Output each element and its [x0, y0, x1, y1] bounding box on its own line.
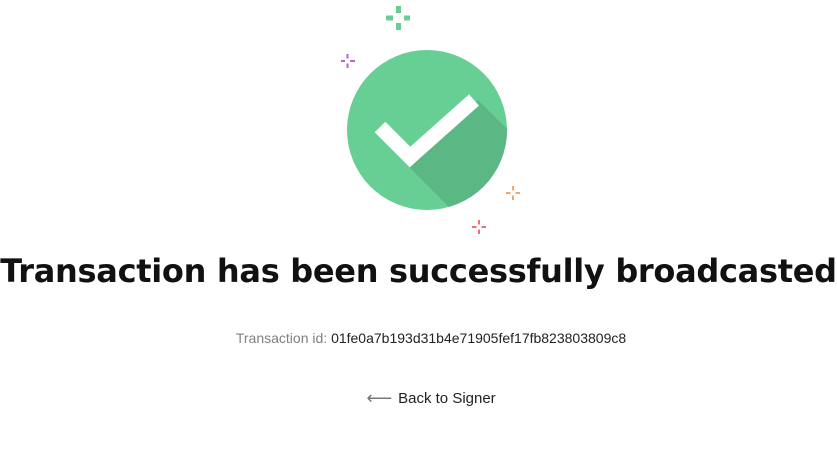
sparkle-green-icon — [386, 6, 410, 30]
sparkle-purple-icon — [341, 54, 355, 68]
transaction-id-label: Transaction id: — [235, 330, 328, 346]
success-headline: Transaction has been successfully broadc… — [0, 252, 837, 290]
back-to-signer-label: Back to Signer — [398, 390, 496, 407]
success-illustration — [341, 6, 520, 234]
check-circle-icon — [347, 50, 507, 210]
transaction-id-value: 01fe0a7b193d31b4e71905fef17fb823803809c8 — [331, 330, 627, 346]
back-to-signer-link[interactable]: ⟵ Back to Signer — [0, 387, 837, 410]
arrow-left-icon: ⟵ — [366, 388, 393, 408]
transaction-id-row: Transaction id: 01fe0a7b193d31b4e71905fe… — [0, 328, 837, 348]
sparkle-red-icon — [472, 220, 486, 234]
sparkle-orange-icon — [506, 186, 520, 200]
